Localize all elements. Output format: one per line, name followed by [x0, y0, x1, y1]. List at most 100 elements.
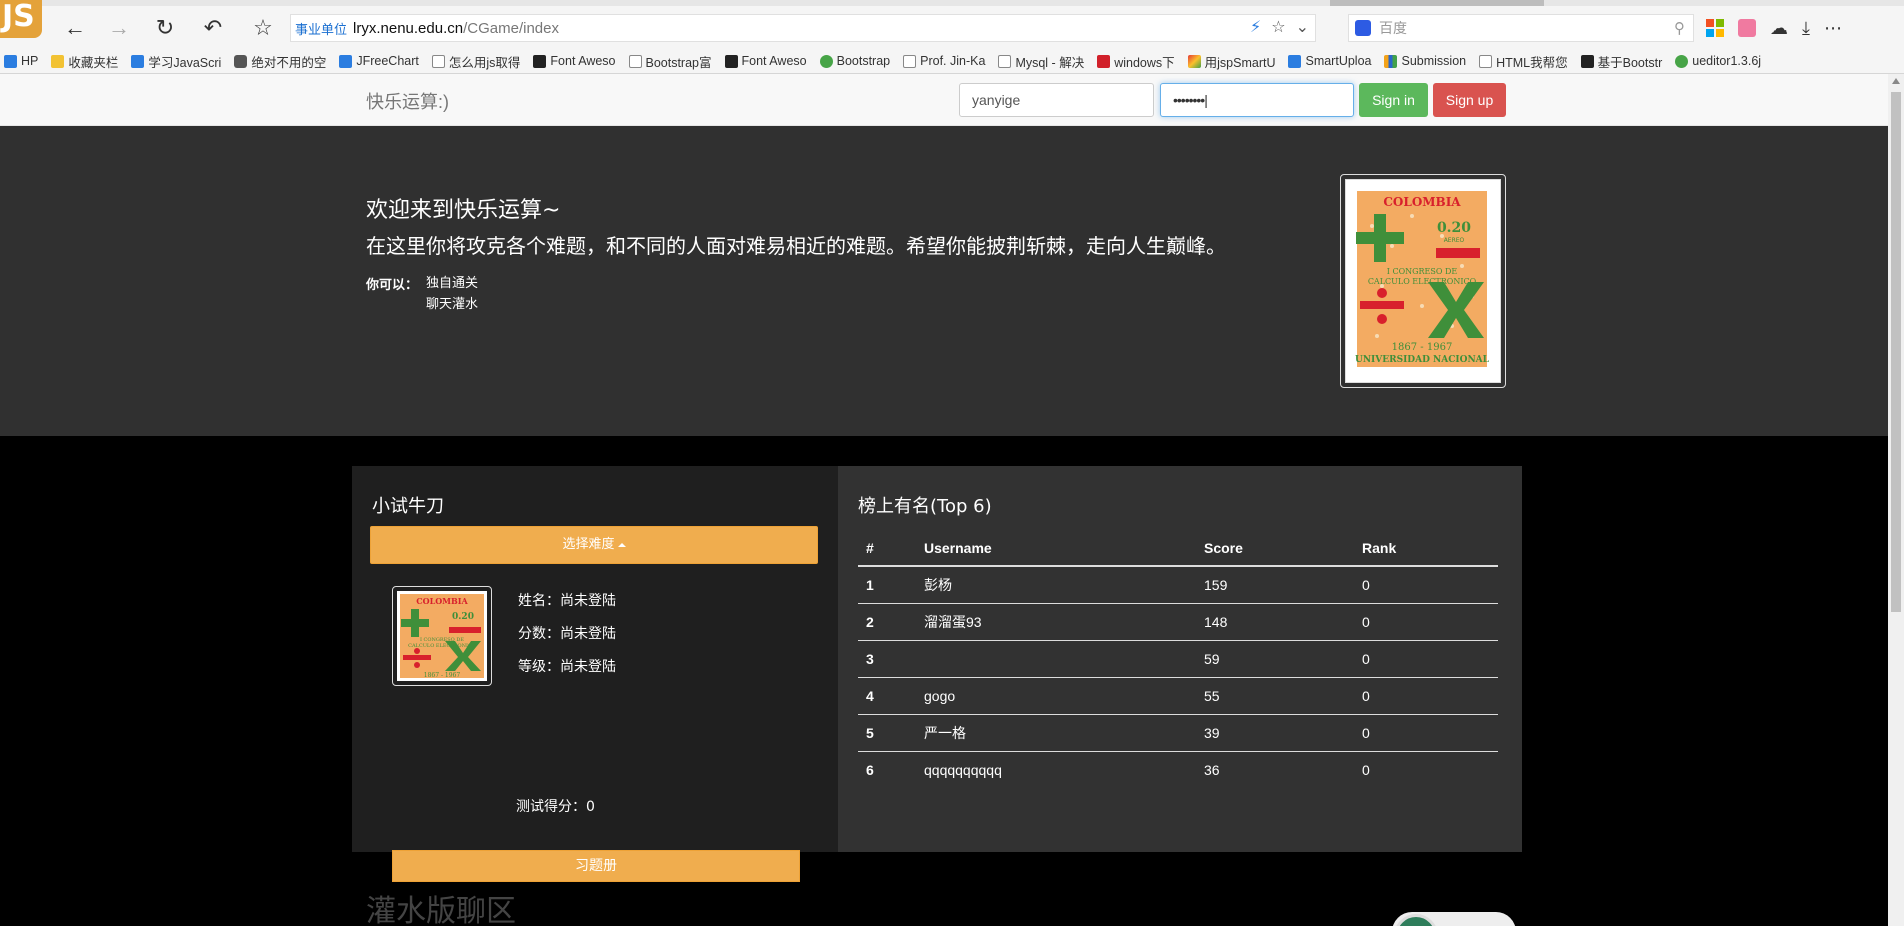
bookmark-item[interactable]: Mysql - 解决	[998, 52, 1084, 71]
bookmark-item[interactable]: 用jspSmartU	[1187, 52, 1275, 71]
bookmark-label: SmartUploa	[1305, 54, 1372, 68]
practice-title: 小试牛刀	[372, 496, 444, 517]
download-icon[interactable]: ⤓	[1802, 18, 1810, 39]
bookmark-item[interactable]: Prof. Jin-Ka	[903, 54, 985, 68]
avatar-stamp-years: 1867 - 1967	[424, 672, 461, 679]
bookmark-red-icon	[1097, 54, 1111, 68]
feature-list-term: 你可以：	[366, 277, 419, 292]
tab-strip-scroll-thumb[interactable]	[1330, 0, 1544, 6]
user-score-line: 分数：尚未登陆	[518, 626, 616, 642]
cell-rank: 0	[1354, 640, 1498, 678]
table-row: 5 严一格 39 0	[858, 714, 1498, 752]
cloud-icon[interactable]: ☁	[1770, 18, 1788, 39]
col-header-num: #	[858, 530, 916, 567]
refresh-icon[interactable]: ↻	[150, 13, 180, 43]
extension-icon[interactable]	[1738, 19, 1756, 37]
exercise-book-button[interactable]: 习题册	[392, 850, 800, 882]
cell-num: 4	[858, 677, 916, 715]
lightning-icon[interactable]: ⚡	[1250, 17, 1261, 37]
bookmark-item[interactable]: windows下	[1097, 52, 1175, 71]
bookmarks-bar: HP 收藏夹栏 学习JavaScri 绝对不用的空 JFreeChart 怎么用js取得 F…	[0, 50, 1904, 72]
bookmark-page-icon	[431, 54, 445, 68]
difficulty-dropdown-button[interactable]: 选择难度	[370, 526, 818, 564]
caret-up-icon	[617, 542, 626, 547]
cell-num: 5	[858, 714, 916, 752]
bookmark-robot-icon	[234, 54, 248, 68]
cell-rank: 0	[1354, 566, 1498, 604]
bookmark-item[interactable]: Submission	[1384, 54, 1466, 68]
table-row: 1 彭杨 159 0	[858, 566, 1498, 604]
cell-num: 2	[858, 603, 916, 641]
welcome-jumbotron: 欢迎来到快乐运算~ 在这里你将攻克各个难题，和不同的人面对难易相近的难题。希望你…	[0, 126, 1888, 436]
bookmark-label: 绝对不用的空	[251, 55, 327, 70]
brand-link[interactable]: 快乐运算:)	[366, 88, 449, 114]
bookmark-item[interactable]: 怎么用js取得	[431, 52, 521, 71]
bookmark-item[interactable]: 绝对不用的空	[234, 52, 326, 71]
bookmark-label: Submission	[1401, 54, 1467, 68]
cell-username: 溜溜蛋93	[916, 603, 1196, 641]
cell-num: 6	[866, 761, 874, 778]
stamp-line2: CALCULO ELECTRONICO	[1368, 277, 1477, 286]
bookmark-item[interactable]: JFreeChart	[339, 54, 419, 68]
scroll-up-icon[interactable]	[1892, 78, 1900, 84]
cell-score: 59	[1196, 640, 1354, 678]
username-input[interactable]: yanyige	[959, 83, 1154, 117]
chat-widget[interactable]	[1392, 912, 1516, 926]
bookmark-item[interactable]: HTML我帮您	[1479, 52, 1568, 71]
bookmark-item[interactable]: SmartUploa	[1288, 54, 1371, 68]
stamp-value: 0.20	[1437, 220, 1471, 236]
back-icon[interactable]: ←	[60, 13, 90, 43]
chevron-down-icon[interactable]: ⌄	[1296, 17, 1309, 37]
bookmark-label: 收藏夹栏	[68, 55, 119, 70]
undo-icon[interactable]: ↶	[198, 13, 228, 43]
avatar-stamp-line2: CALCULO ELECTRONICO	[408, 643, 476, 649]
favorite-star-icon[interactable]: ☆	[248, 13, 278, 43]
more-menu-icon[interactable]: ⋯	[1824, 18, 1842, 39]
address-bar[interactable]: 事业单位 lryx.nenu.edu.cn/CGame/index ⚡ ☆ ⌄	[290, 14, 1316, 42]
bookmark-item[interactable]: ueditor1.3.6j	[1675, 54, 1761, 68]
page-scrollbar[interactable]	[1888, 74, 1904, 926]
table-row: 2 溜溜蛋93 148 0	[858, 603, 1498, 641]
bookmark-item[interactable]: Bootstrap富	[628, 52, 712, 71]
avatar-stamp-divide-dot	[414, 662, 420, 668]
sign-in-button[interactable]: Sign in	[1359, 83, 1428, 117]
cell-rank: 0	[1354, 714, 1498, 752]
feature-list: 你可以： 独自通关 聊天灌水	[366, 274, 478, 314]
cell-score: 159	[1196, 566, 1354, 604]
stamp-image: COLOMBIA 0.20 AEREO I CONGRESO DE CALCUL…	[1352, 186, 1492, 372]
cell-username: 彭杨	[916, 566, 1196, 604]
sign-up-button[interactable]: Sign up	[1433, 83, 1506, 117]
stamp-years: 1867 - 1967	[1392, 342, 1453, 353]
bookmark-item[interactable]: 基于Bootstr	[1580, 52, 1662, 71]
js-app-icon-label: JS	[2, 0, 35, 34]
forward-icon[interactable]: →	[104, 13, 134, 43]
stamp-plus-horizontal	[1356, 232, 1404, 244]
chat-section-title: 灌水版聊区	[366, 894, 516, 926]
bookmark-item[interactable]: Font Aweso	[724, 54, 807, 68]
password-input[interactable]: ••••••••|	[1160, 83, 1354, 117]
apps-grid-icon[interactable]	[1706, 19, 1724, 37]
feature-item: 独自通关	[426, 275, 479, 290]
bookmark-item[interactable]: Font Aweso	[533, 54, 616, 68]
bookmark-item[interactable]: Bootstrap	[819, 54, 890, 68]
difficulty-button-label: 选择难度	[562, 537, 615, 552]
scrollbar-thumb[interactable]	[1891, 92, 1901, 612]
bookmark-label: Bootstrap富	[645, 55, 712, 70]
bookmark-star-icon[interactable]: ☆	[1271, 17, 1285, 37]
site-navbar: 快乐运算:) yanyige ••••••••| Sign in Sign up	[0, 74, 1888, 126]
avatar-stamp-divide-dot	[414, 648, 420, 654]
bookmark-item[interactable]: 学习JavaScri	[131, 52, 221, 71]
welcome-heading: 欢迎来到快乐运算~	[366, 198, 561, 223]
stamp-divide-bar	[1360, 301, 1404, 309]
baidu-icon	[1355, 20, 1371, 36]
cell-num: 1	[858, 566, 916, 604]
search-icon[interactable]: ⚲	[1674, 19, 1685, 37]
cell-username: qqqqqqqqqq	[924, 761, 1002, 778]
bookmark-label: HTML我帮您	[1496, 55, 1568, 70]
search-box[interactable]: 百度 ⚲	[1348, 14, 1694, 42]
site-badge: 事业单位	[295, 21, 348, 37]
bookmark-item[interactable]: 收藏夹栏	[51, 52, 118, 71]
test-score: 测试得分：0	[516, 799, 595, 815]
bookmark-label: 怎么用js取得	[448, 55, 521, 70]
bookmark-item[interactable]: HP	[4, 54, 38, 68]
